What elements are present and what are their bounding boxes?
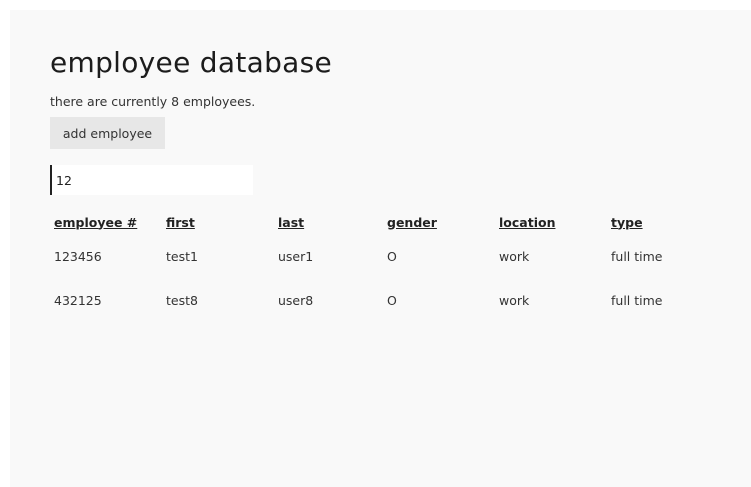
column-header-gender: gender (387, 214, 437, 230)
cell-location: work (499, 292, 530, 308)
table-row[interactable]: 123456 test1 user1 O work full time (54, 234, 711, 278)
table-header-row: employee # first last gender location ty… (54, 210, 711, 234)
search-input[interactable] (50, 165, 253, 195)
column-header-type: type (611, 214, 643, 230)
column-header-last: last (278, 214, 305, 230)
cell-type: full time (611, 248, 663, 264)
employee-table: employee # first last gender location ty… (54, 210, 711, 322)
app-panel: employee database there are currently 8 … (10, 10, 751, 487)
add-employee-button[interactable]: add employee (50, 117, 165, 149)
column-header-first: first (166, 214, 195, 230)
page-title: employee database (50, 46, 333, 79)
cell-gender: O (387, 248, 397, 264)
cell-first: test8 (166, 292, 198, 308)
cell-employee-number: 432125 (54, 292, 102, 308)
column-header-location: location (499, 214, 556, 230)
employee-count-text: there are currently 8 employees. (50, 94, 256, 109)
cell-first: test1 (166, 248, 198, 264)
cell-last: user1 (278, 248, 314, 264)
column-header-employee-number: employee # (54, 214, 138, 230)
cell-last: user8 (278, 292, 314, 308)
cell-gender: O (387, 292, 397, 308)
cell-location: work (499, 248, 530, 264)
table-row[interactable]: 432125 test8 user8 O work full time (54, 278, 711, 322)
cell-employee-number: 123456 (54, 248, 102, 264)
cell-type: full time (611, 292, 663, 308)
